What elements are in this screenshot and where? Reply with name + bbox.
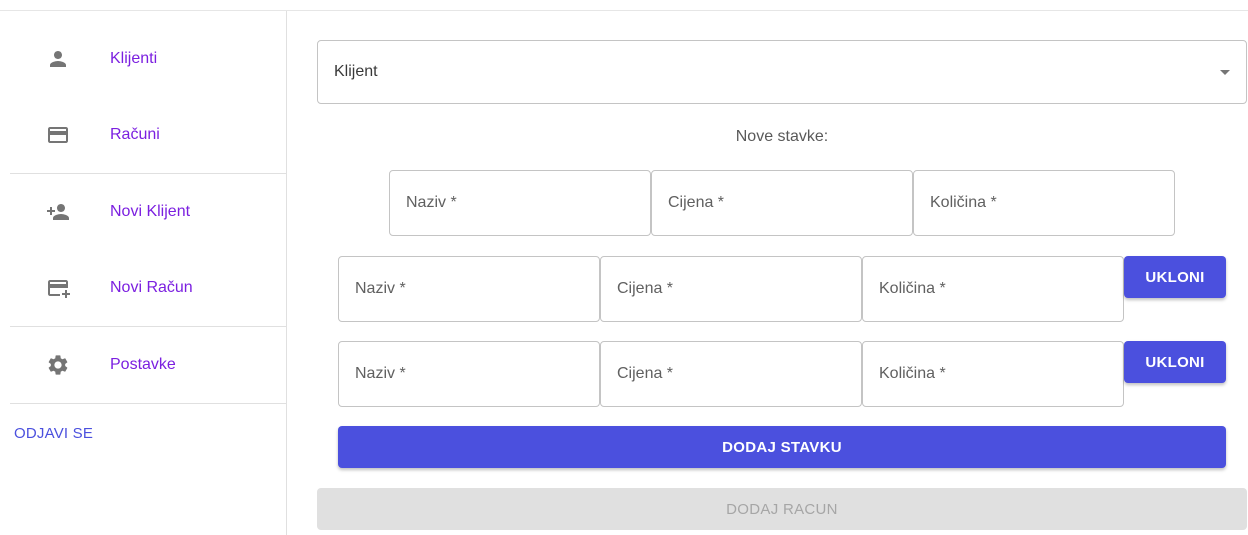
sidebar-item-label: Novi Račun [110, 279, 193, 296]
field-placeholder: Naziv * [406, 194, 457, 211]
item-price-field[interactable]: Cijena * [651, 170, 913, 236]
add-item-button[interactable]: DODAJ STAVKU [338, 426, 1226, 468]
person-add-icon [46, 200, 70, 224]
item-quantity-field[interactable]: Količina * [862, 256, 1124, 322]
field-placeholder: Naziv * [355, 280, 406, 297]
field-placeholder: Cijena * [668, 194, 725, 211]
field-placeholder: Cijena * [617, 280, 674, 297]
item-quantity-field[interactable]: Količina * [913, 170, 1175, 236]
sidebar-item-novi-klijent[interactable]: Novi Klijent [0, 174, 287, 250]
section-title: Nove stavke: [735, 128, 829, 145]
field-placeholder: Naziv * [355, 365, 406, 382]
sidebar-item-label: Novi Klijent [110, 203, 191, 220]
item-price-field[interactable]: Cijena * [600, 341, 862, 407]
field-placeholder: Cijena * [617, 365, 674, 382]
add-invoice-button[interactable]: DODAJ RACUN [317, 488, 1247, 530]
sidebar-item-label: Klijenti [110, 50, 158, 67]
client-select-placeholder: Klijent [334, 63, 378, 80]
sidebar-item-novi-racun[interactable]: Novi Račun [0, 250, 287, 326]
item-price-field[interactable]: Cijena * [600, 256, 862, 322]
item-name-field[interactable]: Naziv * [389, 170, 651, 236]
remove-item-button[interactable]: UKLONI [1124, 341, 1226, 383]
add-card-icon [46, 276, 70, 300]
sidebar-item-postavke[interactable]: Postavke [0, 327, 287, 403]
item-name-field[interactable]: Naziv * [338, 256, 600, 322]
dropdown-arrow-icon [1220, 70, 1230, 75]
field-placeholder: Količina * [879, 280, 946, 297]
sidebar-divider [10, 403, 287, 404]
sidebar-item-label: Postavke [110, 356, 176, 373]
client-select[interactable]: Klijent [317, 40, 1247, 104]
logout-button[interactable]: ODJAVI SE [14, 425, 93, 442]
person-icon [46, 47, 70, 71]
field-placeholder: Količina * [879, 365, 946, 382]
item-quantity-field[interactable]: Količina * [862, 341, 1124, 407]
field-placeholder: Količina * [930, 194, 997, 211]
remove-item-button[interactable]: UKLONI [1124, 256, 1226, 298]
sidebar: Klijenti Računi Novi Klijent Novi Račun … [0, 11, 287, 535]
sidebar-item-klijenti[interactable]: Klijenti [0, 21, 287, 97]
gear-icon [46, 353, 70, 377]
item-name-field[interactable]: Naziv * [338, 341, 600, 407]
